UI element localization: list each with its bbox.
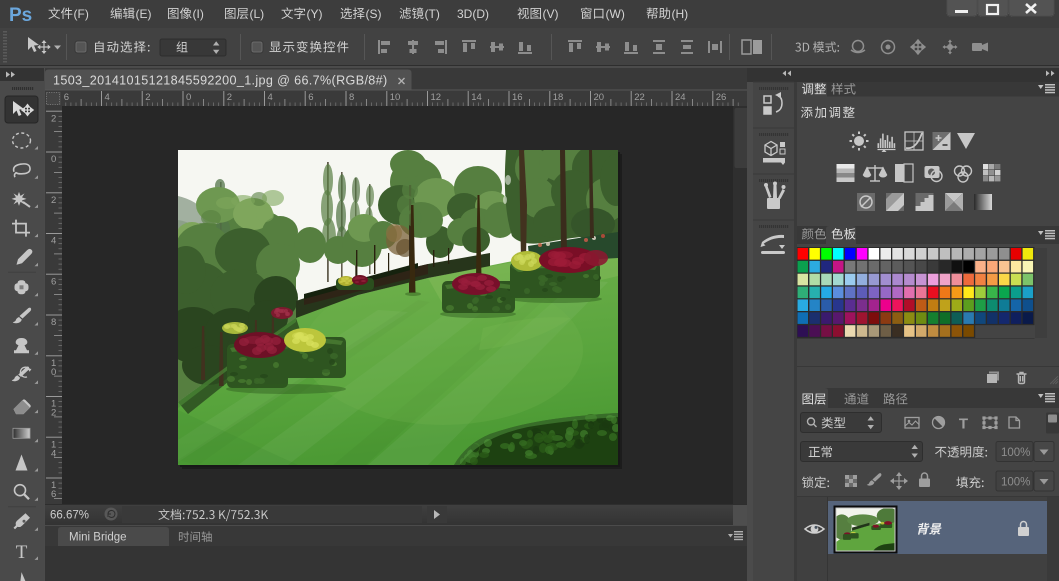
svg-text:8: 8	[349, 92, 354, 103]
svg-text:4: 4	[105, 92, 110, 103]
svg-text:0: 0	[186, 92, 191, 103]
svg-text:22: 22	[634, 92, 645, 103]
svg-text:24: 24	[675, 92, 686, 103]
svg-text:(L): (L)	[250, 7, 265, 21]
svg-text:2: 2	[51, 113, 56, 124]
svg-text:(S): (S)	[366, 7, 382, 21]
svg-text:2: 2	[227, 92, 232, 103]
svg-text:4: 4	[51, 236, 56, 247]
svg-text:(E): (E)	[136, 7, 152, 21]
svg-text:14: 14	[471, 92, 482, 103]
svg-text:100%: 100%	[1001, 477, 1030, 489]
svg-text:T: T	[959, 416, 968, 433]
svg-text:2: 2	[145, 92, 150, 103]
svg-text:Mini Bridge: Mini Bridge	[69, 532, 127, 544]
svg-text:26: 26	[716, 92, 727, 103]
svg-text:3D(D): 3D(D)	[457, 7, 489, 21]
svg-text:2: 2	[51, 408, 56, 419]
svg-text:8: 8	[51, 317, 56, 328]
svg-text:4: 4	[268, 92, 273, 103]
svg-text:10: 10	[390, 92, 401, 103]
svg-text:(Y): (Y)	[307, 7, 323, 21]
svg-text:0: 0	[51, 154, 56, 165]
svg-text:16: 16	[512, 92, 523, 103]
svg-text:6: 6	[51, 276, 56, 287]
svg-text:(W): (W)	[606, 7, 625, 21]
svg-text:6: 6	[51, 489, 56, 500]
svg-text:(H): (H)	[672, 7, 689, 21]
svg-text:66.67%: 66.67%	[50, 510, 89, 522]
svg-text:1503_20141015121845592200_1.jp: 1503_20141015121845592200_1.jpg @ 66.7%(…	[53, 74, 388, 88]
svg-text:(V): (V)	[543, 7, 559, 21]
svg-text:18: 18	[553, 92, 564, 103]
svg-text:(T): (T)	[425, 7, 440, 21]
svg-text:4: 4	[51, 448, 56, 459]
svg-text:2: 2	[51, 195, 56, 206]
svg-text:0: 0	[51, 367, 56, 378]
svg-text:20: 20	[594, 92, 605, 103]
svg-text:Ps: Ps	[9, 5, 32, 26]
svg-text:100%: 100%	[1001, 447, 1030, 459]
svg-text:(I): (I)	[193, 7, 204, 21]
svg-text:12: 12	[431, 92, 442, 103]
svg-text:T: T	[16, 542, 28, 563]
svg-text:6: 6	[64, 92, 69, 103]
svg-text:6: 6	[308, 92, 313, 103]
svg-text:(F): (F)	[74, 7, 89, 21]
